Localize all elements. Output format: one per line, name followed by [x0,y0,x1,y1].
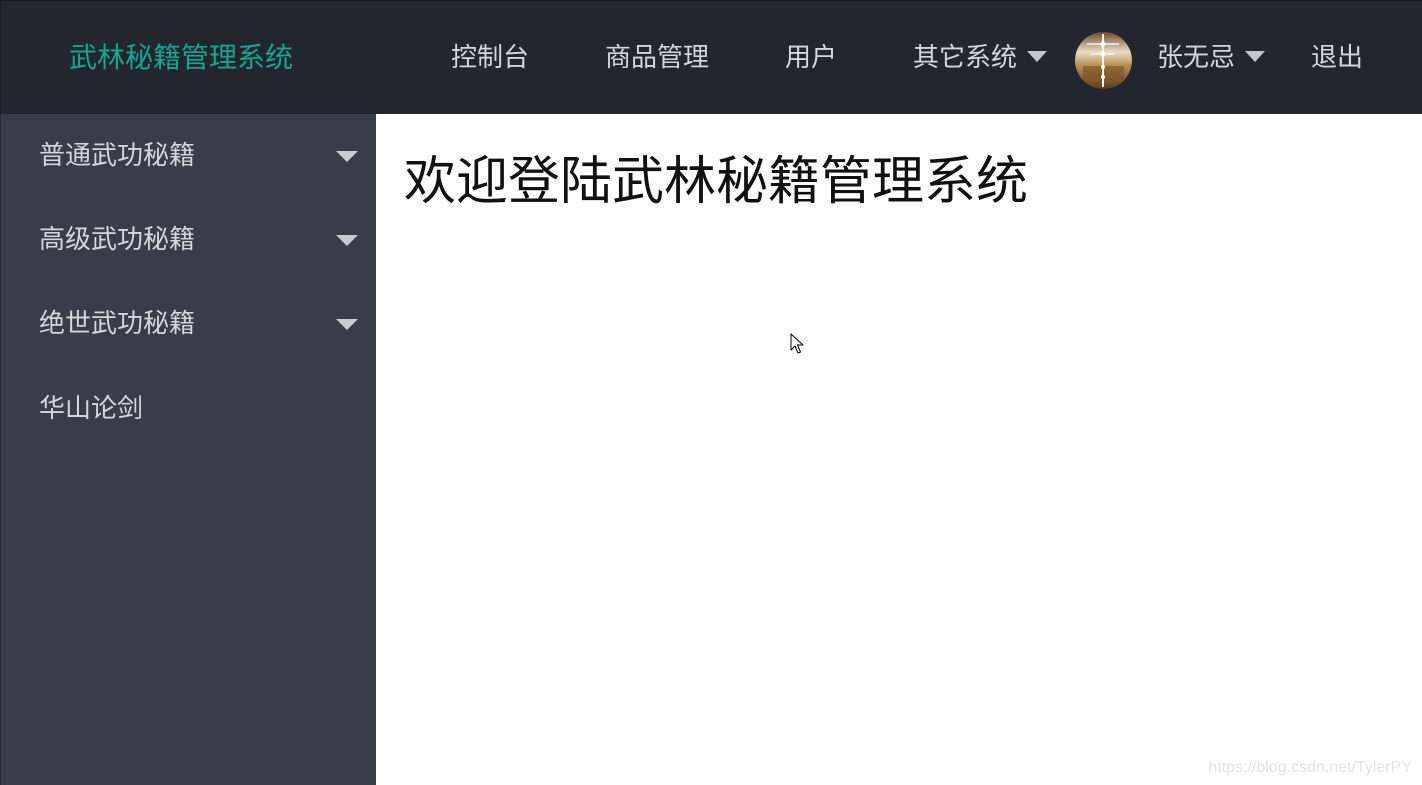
top-header: 武林秘籍管理系统 控制台 商品管理 用户 其它系统 张无忌 退出 [0,0,1422,114]
nav-other-systems[interactable]: 其它系统 [913,38,1048,78]
sidebar-item-basic-manuals[interactable]: 普通武功秘籍 [1,114,377,198]
caret-down-icon [1245,51,1266,62]
caret-down-icon [336,151,358,162]
nav-console[interactable]: 控制台 [451,38,529,78]
avatar-image [1075,32,1132,89]
sidebar-item-label: 普通武功秘籍 [39,141,196,171]
sidebar-item-huashan[interactable]: 华山论剑 [1,367,377,451]
sidebar-item-advanced-manuals[interactable]: 高级武功秘籍 [1,198,377,282]
nav-other-systems-label: 其它系统 [913,43,1018,73]
user-avatar[interactable] [1075,32,1132,89]
mouse-pointer-icon [790,333,804,354]
sidebar: 普通武功秘籍 高级武功秘籍 绝世武功秘籍 华山论剑 [0,114,376,785]
nav-logout[interactable]: 退出 [1311,38,1363,78]
sidebar-item-label: 绝世武功秘籍 [39,309,196,339]
nav-products[interactable]: 商品管理 [605,38,709,78]
caret-down-icon [1027,51,1048,62]
nav-user-menu[interactable]: 张无忌 [1157,38,1266,78]
sidebar-item-label: 华山论剑 [39,394,144,424]
top-nav: 控制台 商品管理 用户 其它系统 张无忌 退出 [1,1,1422,115]
main-content: 欢迎登陆武林秘籍管理系统 https://blog.csdn.net/Tyler… [376,114,1422,785]
sidebar-item-supreme-manuals[interactable]: 绝世武功秘籍 [1,282,377,366]
nav-users[interactable]: 用户 [785,38,837,78]
welcome-heading: 欢迎登陆武林秘籍管理系统 [404,152,1029,212]
app-window: 武林秘籍管理系统 控制台 商品管理 用户 其它系统 张无忌 退出 普通武功秘籍 … [0,0,1422,785]
caret-down-icon [336,319,358,330]
watermark: https://blog.csdn.net/TylerPY [1208,759,1412,776]
sidebar-item-label: 高级武功秘籍 [39,225,196,255]
caret-down-icon [336,235,358,246]
nav-username: 张无忌 [1157,43,1236,73]
